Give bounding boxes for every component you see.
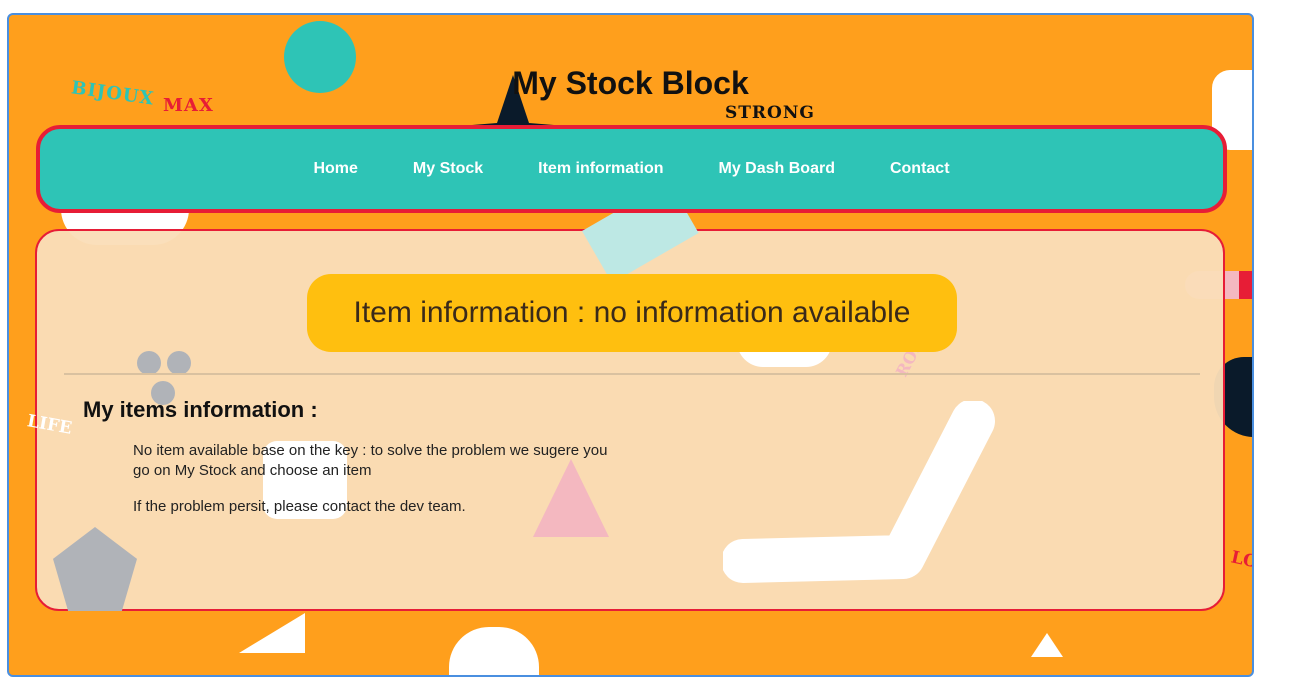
strong-text-decoration: STRONG bbox=[725, 103, 815, 123]
content-panel: ROSE Item information : no information a… bbox=[35, 181, 1225, 611]
white-small-triangle-decoration bbox=[1031, 633, 1063, 657]
nav-contact[interactable]: Contact bbox=[890, 160, 950, 178]
page-frame: BIJOUX MAX STRONG LIFE LO My Stock Block… bbox=[7, 13, 1254, 677]
no-item-message: No item available base on the key : to s… bbox=[133, 442, 608, 479]
section-title: My items information : bbox=[83, 397, 318, 422]
cloud-decoration bbox=[449, 627, 539, 675]
white-triangle-decoration bbox=[239, 613, 305, 653]
white-check-decoration bbox=[723, 401, 995, 583]
divider bbox=[64, 373, 1200, 375]
nav-my-stock[interactable]: My Stock bbox=[413, 160, 483, 178]
contact-dev-message: If the problem persit, please contact th… bbox=[133, 498, 466, 515]
lo-text-decoration: LO bbox=[1229, 547, 1254, 573]
nav-item-information[interactable]: Item information bbox=[538, 160, 663, 178]
nav-my-dash-board[interactable]: My Dash Board bbox=[719, 160, 835, 178]
item-info-badge: Item information : no information availa… bbox=[307, 274, 957, 352]
nav-home[interactable]: Home bbox=[313, 160, 357, 178]
main-nav: Home My Stock Item information My Dash B… bbox=[36, 125, 1227, 213]
site-title: My Stock Block bbox=[512, 65, 749, 101]
red-bar-decoration bbox=[1239, 271, 1252, 299]
